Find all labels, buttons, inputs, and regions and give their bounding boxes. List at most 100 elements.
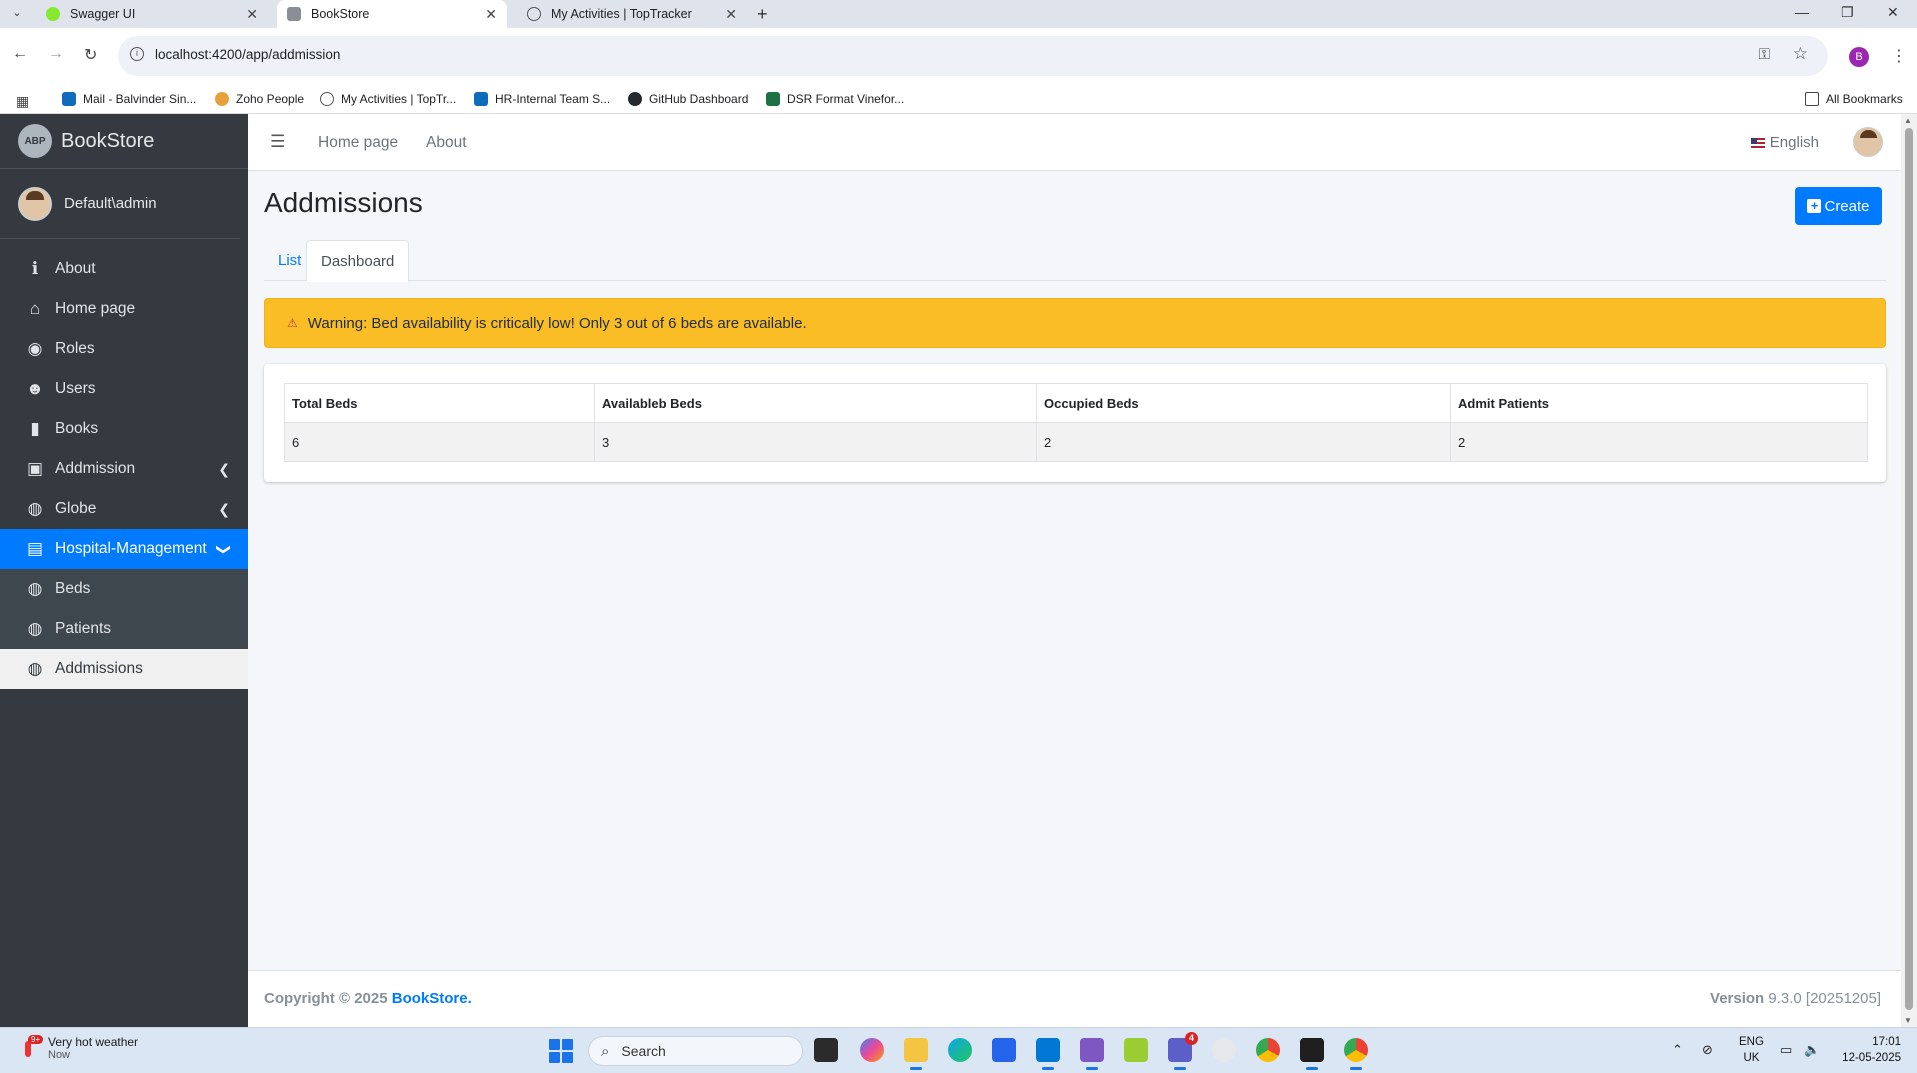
profile-avatar[interactable]: B (1849, 47, 1869, 67)
apps-grid-icon[interactable]: ▦ (16, 93, 29, 110)
table-cell: 2 (1450, 422, 1868, 462)
scroll-down-icon[interactable]: ▼ (1904, 1016, 1912, 1025)
user-panel[interactable]: Default\admin (0, 169, 240, 239)
vscode-icon[interactable] (1036, 1038, 1060, 1070)
weather-widget[interactable]: 9+ Very hot weather Now (18, 1035, 138, 1061)
forward-icon[interactable]: → (48, 45, 64, 63)
chrome-active-icon[interactable] (1344, 1038, 1368, 1070)
taskbar-search[interactable]: ⌕ Search (588, 1036, 803, 1066)
bookmark-github[interactable]: GitHub Dashboard (628, 92, 748, 106)
sidebar-item-hospital-management[interactable]: ▤ Hospital-Management ❯ (0, 529, 248, 569)
bookmark-label: DSR Format Vinefor... (787, 92, 905, 106)
browser-tab-swagger[interactable]: Swagger UI ✕ (36, 0, 268, 28)
input-language[interactable]: ENG UK (1739, 1034, 1764, 1066)
scroll-up-icon[interactable]: ▲ (1904, 116, 1912, 125)
table-header: Admit Patients (1450, 383, 1868, 423)
sidebar-item-label: Books (55, 420, 99, 437)
user-avatar[interactable] (1853, 127, 1883, 157)
bookmark-toptracker[interactable]: My Activities | TopTr... (320, 92, 456, 106)
create-label: Create (1824, 197, 1870, 215)
close-icon[interactable]: ✕ (485, 6, 497, 23)
all-bookmarks[interactable]: All Bookmarks (1805, 92, 1903, 106)
volume-icon[interactable]: 🔈 (1804, 1042, 1820, 1058)
globe-icon: ◍ (27, 579, 43, 598)
network-offline-icon[interactable]: ⊘ (1702, 1042, 1713, 1058)
sidebar: ABP BookStore Default\admin ℹ About ⌂ Ho… (0, 114, 248, 1027)
nav-about-link[interactable]: About (426, 134, 467, 152)
start-button[interactable] (549, 1039, 573, 1063)
sidebar-item-label: Globe (55, 500, 97, 517)
sidebar-item-home[interactable]: ⌂ Home page (0, 289, 248, 329)
sidebar-item-about[interactable]: ℹ About (0, 249, 248, 289)
chrome-icon[interactable] (1256, 1038, 1280, 1062)
tab-title: My Activities | TopTracker (551, 7, 692, 21)
minimize-icon[interactable]: — (1795, 4, 1809, 20)
bookmarks-bar: ▦ Mail - Balvinder Sin... Zoho People My… (0, 86, 1917, 114)
browser-tab-bookstore[interactable]: BookStore ✕ (277, 0, 507, 28)
file-explorer-icon[interactable] (904, 1038, 928, 1070)
visual-studio-icon[interactable] (1080, 1038, 1104, 1070)
bookmark-dsr[interactable]: DSR Format Vinefor... (766, 92, 904, 106)
window-close-icon[interactable]: ✕ (1887, 4, 1899, 21)
site-info-icon[interactable]: i (130, 47, 144, 61)
clock-time: 17:01 (1872, 1036, 1901, 1048)
sidebar-item-addmissions[interactable]: ◍ Addmissions (0, 649, 248, 689)
footer-brand-link[interactable]: BookStore. (392, 990, 472, 1007)
chevron-left-icon: ❮ (218, 460, 230, 477)
paint-icon[interactable] (1124, 1038, 1148, 1062)
browser-tab-toptracker[interactable]: My Activities | TopTracker ✕ (517, 0, 747, 28)
bookmark-zoho[interactable]: Zoho People (215, 92, 304, 106)
sidebar-item-roles[interactable]: ◉ Roles (0, 329, 248, 369)
page-title: Addmissions (264, 187, 423, 218)
users-icon: ☻ (26, 379, 44, 398)
back-icon[interactable]: ← (12, 45, 28, 63)
version-label: Version (1710, 990, 1765, 1007)
toptracker-icon[interactable] (1212, 1038, 1236, 1062)
nav-home-link[interactable]: Home page (318, 134, 398, 152)
github-icon (628, 92, 642, 106)
password-key-icon[interactable]: ⚿ (1759, 46, 1770, 63)
scrollbar-thumb[interactable] (1905, 128, 1913, 1010)
close-icon[interactable]: ✕ (725, 6, 737, 23)
browser-menu-icon[interactable]: ⋮ (1891, 46, 1907, 66)
copilot-icon[interactable] (860, 1038, 884, 1062)
sidebar-item-users[interactable]: ☻ Users (0, 369, 248, 409)
table-cell: 6 (284, 422, 595, 462)
terminal-icon[interactable] (1300, 1038, 1324, 1070)
user-name: Default\admin (64, 195, 157, 212)
bookmark-label: My Activities | TopTr... (341, 92, 457, 106)
sidebar-item-globe[interactable]: ◍ Globe ❮ (0, 489, 248, 529)
system-clock[interactable]: 17:01 12-05-2025 (1842, 1034, 1901, 1066)
close-icon[interactable]: ✕ (246, 6, 258, 23)
bookmark-mail[interactable]: Mail - Balvinder Sin... (62, 92, 196, 106)
tab-dashboard[interactable]: Dashboard (306, 240, 410, 282)
task-view-icon[interactable] (814, 1038, 838, 1062)
main-content: ☰ Home page About English Addmissions + … (248, 114, 1901, 1027)
bookmark-hr[interactable]: HR-Internal Team S... (474, 92, 610, 106)
page-scrollbar[interactable]: ▲ ▼ (1901, 114, 1917, 1027)
url-input[interactable]: i localhost:4200/app/addmission ⚿ ☆ (118, 36, 1828, 76)
language-label: English (1769, 134, 1819, 151)
bookmark-star-icon[interactable]: ☆ (1793, 44, 1808, 64)
restore-icon[interactable]: ❐ (1841, 4, 1854, 21)
tab-search-icon[interactable]: ⌄ (8, 6, 26, 22)
sidebar-item-patients[interactable]: ◍ Patients (0, 609, 248, 649)
hamburger-menu-icon[interactable]: ☰ (270, 132, 285, 152)
language-selector[interactable]: English (1750, 134, 1819, 151)
reload-icon[interactable]: ↻ (84, 45, 97, 65)
edge-icon[interactable] (948, 1038, 972, 1062)
sidebar-item-books[interactable]: ▮ Books (0, 409, 248, 449)
new-tab-button[interactable]: + (757, 4, 768, 25)
warning-icon: ⚠ (287, 316, 298, 330)
teams-icon[interactable]: 4 (1168, 1032, 1198, 1070)
app: ABP BookStore Default\admin ℹ About ⌂ Ho… (0, 114, 1917, 1027)
sidebar-item-beds[interactable]: ◍ Beds (0, 569, 248, 609)
url-text[interactable]: localhost:4200/app/addmission (155, 47, 340, 62)
brand-link[interactable]: ABP BookStore (0, 114, 248, 169)
display-icon[interactable]: ▭ (1780, 1042, 1792, 1058)
store-icon[interactable] (992, 1038, 1016, 1062)
create-button[interactable]: + Create (1795, 187, 1882, 225)
table-cell: 2 (1036, 422, 1451, 462)
sidebar-item-addmission[interactable]: ▣ Addmission ❮ (0, 449, 248, 489)
tray-chevron-up-icon[interactable]: ⌃ (1672, 1042, 1683, 1058)
